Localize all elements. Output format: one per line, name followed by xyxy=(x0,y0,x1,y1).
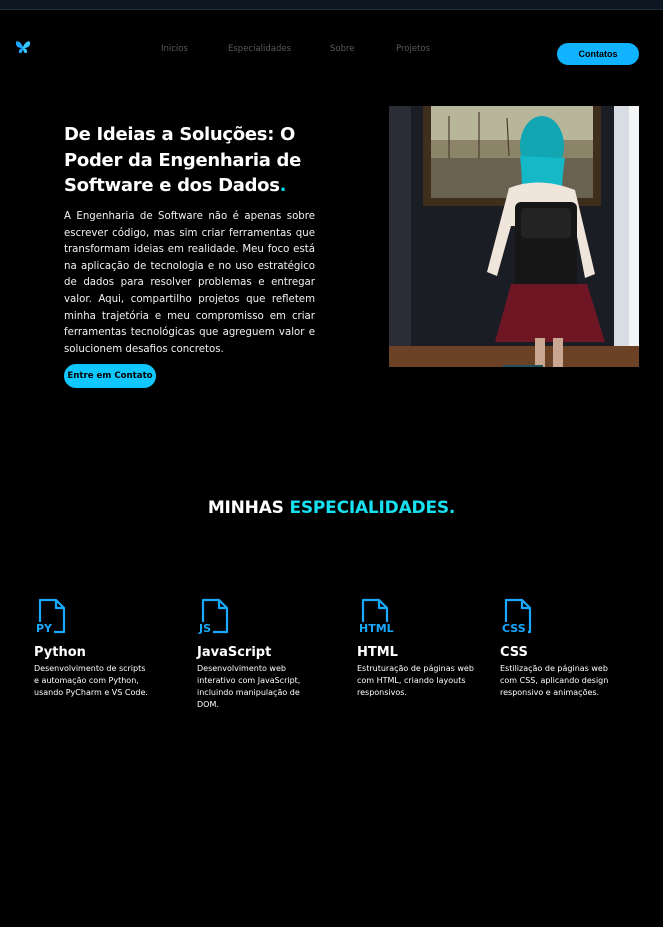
html-file-icon: HTML xyxy=(357,598,397,636)
specialty-title: CSS xyxy=(500,645,528,660)
specialty-title: Python xyxy=(34,645,86,660)
python-file-tag: PY xyxy=(34,622,55,635)
specialty-card-html: HTML HTML Estruturação de páginas web co… xyxy=(357,598,487,699)
css-file-icon: CSS xyxy=(500,598,540,636)
specialty-description: Desenvolvimento de scripts e automação c… xyxy=(34,664,148,697)
butterfly-logo-icon[interactable] xyxy=(14,38,32,56)
contatos-button[interactable]: Contatos xyxy=(557,43,639,65)
css-file-tag: CSS xyxy=(500,622,528,635)
browser-top-strip xyxy=(0,0,663,10)
nav-link-projetos[interactable]: Projetos xyxy=(396,44,430,54)
specialty-card-javascript: JS JavaScript Desenvolvimento web intera… xyxy=(197,598,327,711)
hero-photo xyxy=(389,106,639,367)
hero-title: De Ideias a Soluções: O Poder da Engenha… xyxy=(64,122,324,199)
specialties-title-plain: MINHAS xyxy=(207,498,284,518)
specialties-title-accent: ESPECIALIDADES. xyxy=(289,498,456,518)
hero-title-dot: . xyxy=(279,175,287,196)
javascript-file-tag: JS xyxy=(197,622,214,635)
contact-cta-button[interactable]: Entre em Contato xyxy=(64,364,156,388)
nav-link-sobre[interactable]: Sobre xyxy=(330,44,355,54)
specialty-description: Estruturação de páginas web com HTML, cr… xyxy=(357,664,474,697)
hero-title-text: De Ideias a Soluções: O Poder da Engenha… xyxy=(64,124,302,196)
specialties-title: MINHAS ESPECIALIDADES. xyxy=(0,498,663,518)
specialty-title: HTML xyxy=(357,645,398,660)
specialty-description: Desenvolvimento web interativo com JavaS… xyxy=(197,664,301,709)
html-file-tag: HTML xyxy=(357,622,396,635)
specialty-card-python: PY Python Desenvolvimento de scripts e a… xyxy=(34,598,164,699)
javascript-file-icon: JS xyxy=(197,598,237,636)
hero-description: A Engenharia de Software não é apenas so… xyxy=(64,211,315,355)
specialty-title: JavaScript xyxy=(197,645,272,660)
nav-link-inicios[interactable]: Inicios xyxy=(161,44,188,54)
nav-link-especialidades[interactable]: Especialidades xyxy=(228,44,291,54)
specialty-description: Estilização de páginas web com CSS, apli… xyxy=(500,664,609,697)
python-file-icon: PY xyxy=(34,598,74,636)
specialty-card-css: CSS CSS Estilização de páginas web com C… xyxy=(500,598,630,699)
